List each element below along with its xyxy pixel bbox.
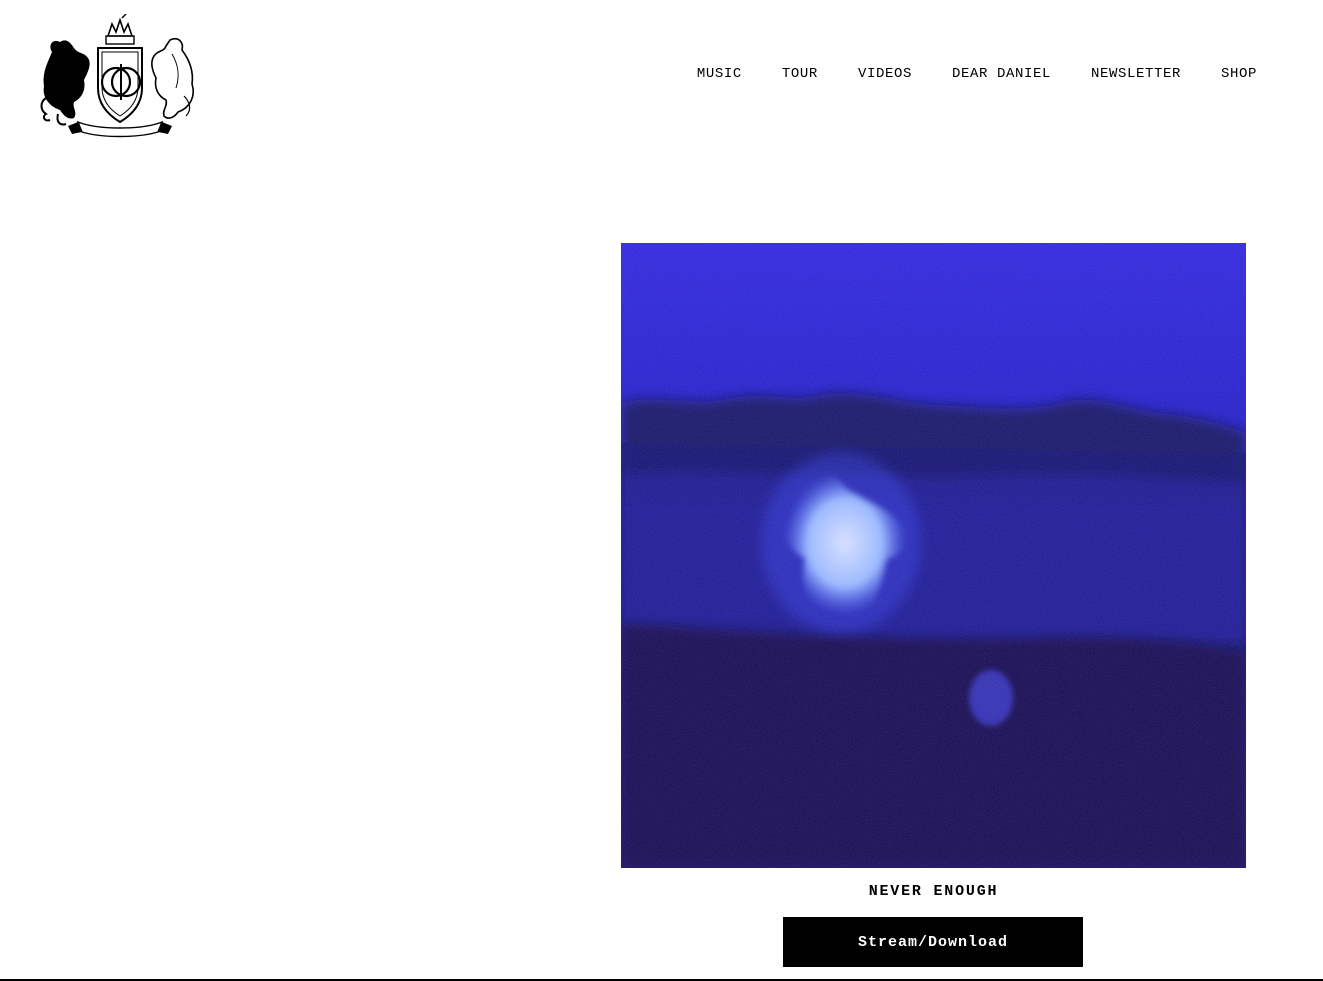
- nav-item-music[interactable]: MUSIC: [697, 66, 742, 82]
- release-title: NEVER ENOUGH: [868, 883, 999, 900]
- nav-item-dear-daniel[interactable]: DEAR DANIEL: [952, 66, 1051, 82]
- nav-item-tour[interactable]: TOUR: [782, 66, 818, 82]
- nav-item-videos[interactable]: VIDEOS: [858, 66, 912, 82]
- stream-download-button[interactable]: Stream/Download: [783, 917, 1083, 967]
- album-cover-image[interactable]: [621, 243, 1246, 868]
- nav-item-newsletter[interactable]: NEWSLETTER: [1091, 66, 1181, 82]
- crest-logo-icon[interactable]: [38, 13, 200, 138]
- main-nav: MUSIC TOUR VIDEOS DEAR DANIEL NEWSLETTER…: [697, 66, 1257, 82]
- nav-item-shop[interactable]: SHOP: [1221, 66, 1257, 82]
- page: MUSIC TOUR VIDEOS DEAR DANIEL NEWSLETTER…: [0, 0, 1323, 981]
